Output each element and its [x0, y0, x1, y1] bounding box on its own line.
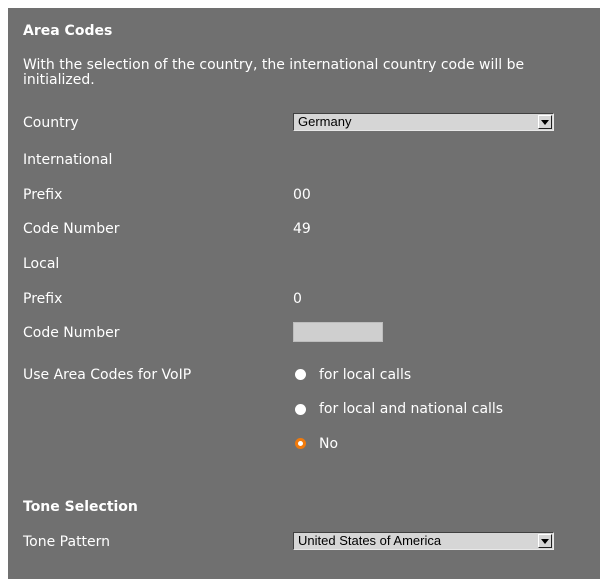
intl-prefix-label: Prefix — [23, 187, 63, 203]
local-code-number-label: Code Number — [23, 325, 120, 341]
country-select[interactable]: Germany — [293, 113, 554, 131]
radio-no[interactable] — [295, 438, 306, 449]
international-label: International — [23, 152, 113, 168]
radio-local-national-calls-label: for local and national calls — [319, 401, 504, 417]
local-label: Local — [23, 256, 60, 272]
chevron-down-icon[interactable] — [538, 115, 552, 129]
chevron-down-icon[interactable] — [538, 534, 552, 548]
tone-pattern-label: Tone Pattern — [23, 534, 111, 550]
area-codes-description: With the selection of the country, the i… — [23, 57, 525, 88]
area-codes-heading: Area Codes — [23, 23, 113, 39]
tone-pattern-select[interactable]: United States of America — [293, 532, 554, 550]
local-code-number-input[interactable] — [293, 322, 383, 342]
intl-code-number-label: Code Number — [23, 221, 120, 237]
intl-code-number-value: 49 — [293, 221, 311, 237]
tone-selection-heading: Tone Selection — [23, 499, 138, 515]
radio-no-label: No — [319, 436, 339, 452]
local-prefix-value: 0 — [293, 291, 302, 307]
local-prefix-label: Prefix — [23, 291, 63, 307]
intl-prefix-value: 00 — [293, 187, 311, 203]
tone-pattern-select-value: United States of America — [298, 533, 442, 548]
country-select-value: Germany — [298, 114, 352, 129]
voip-area-codes-label: Use Area Codes for VoIP — [23, 367, 192, 383]
radio-local-calls[interactable] — [295, 369, 306, 380]
radio-local-calls-label: for local calls — [319, 367, 412, 383]
radio-local-national-calls[interactable] — [295, 404, 306, 415]
country-label: Country — [23, 115, 79, 131]
area-codes-panel: Area Codes With the selection of the cou… — [8, 8, 600, 579]
